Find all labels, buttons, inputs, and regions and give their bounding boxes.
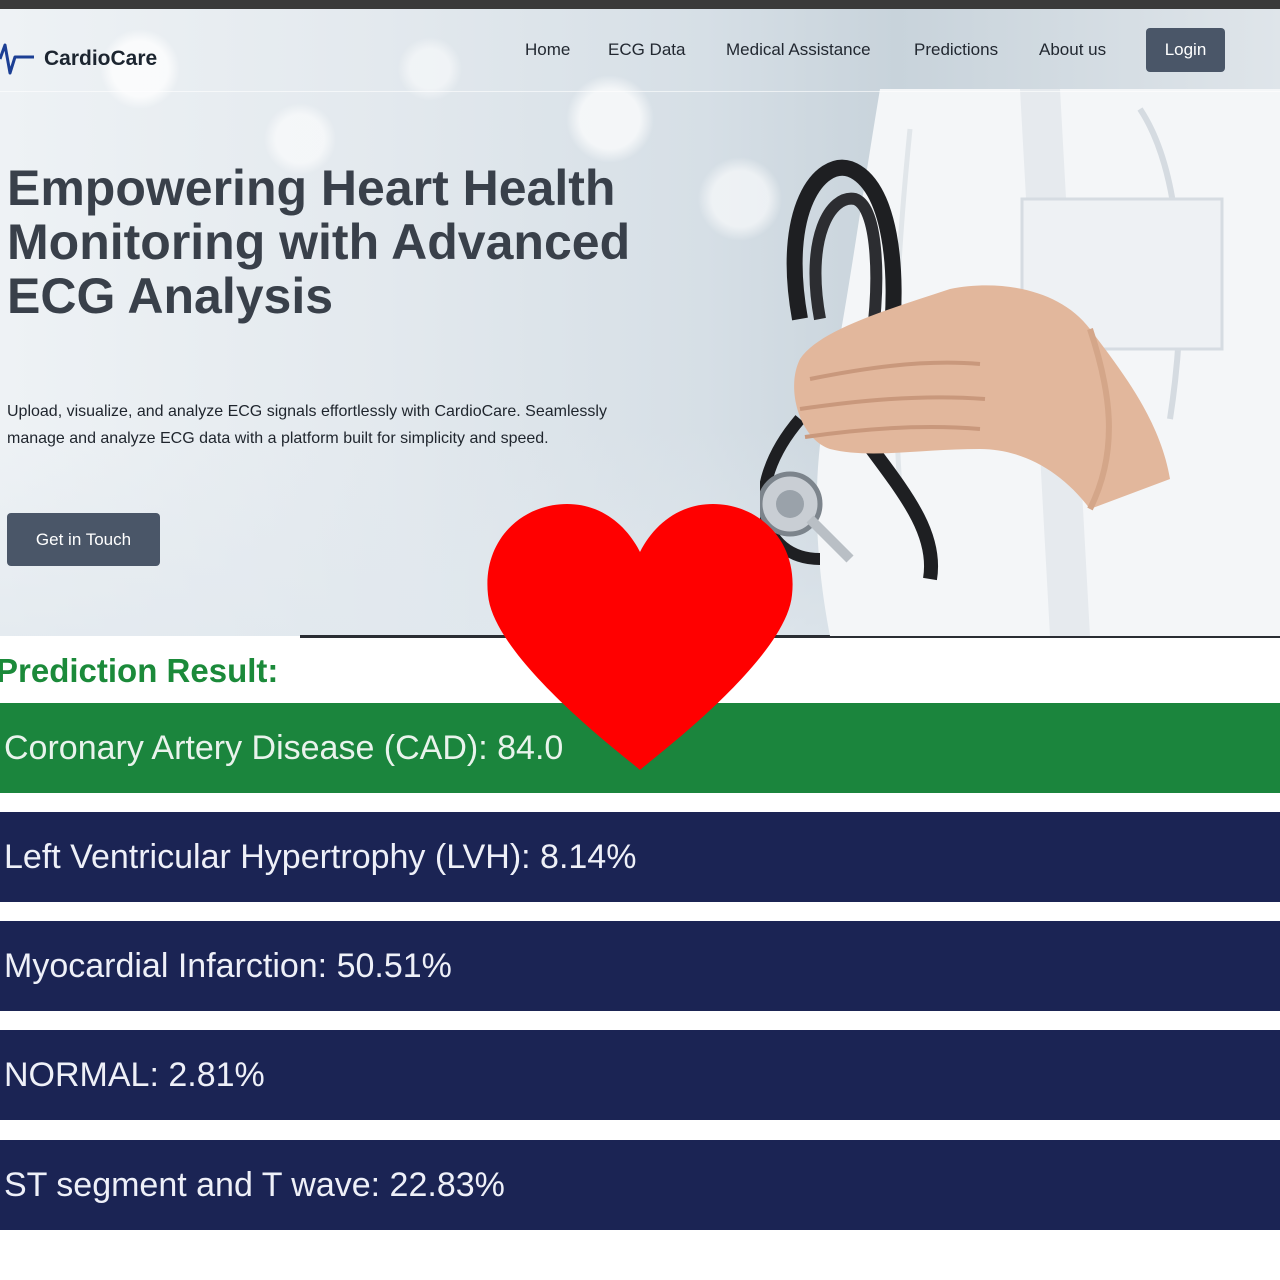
brand-logo[interactable]: CardioCare (0, 37, 157, 81)
prediction-result-title: Prediction Result: (0, 652, 279, 689)
hero-headline: Empowering Heart Health Monitoring with … (7, 160, 631, 324)
browser-top-edge (0, 0, 1280, 9)
heart-icon (487, 504, 793, 770)
nav-about-us-link[interactable]: About us (1039, 40, 1106, 60)
nav-ecg-data-link[interactable]: ECG Data (608, 40, 685, 60)
result-row-st-t-wave: ST segment and T wave: 22.83% (0, 1140, 1280, 1230)
nav-predictions-link[interactable]: Predictions (914, 40, 998, 60)
result-row-normal: NORMAL: 2.81% (0, 1030, 1280, 1120)
nav-home-link[interactable]: Home (525, 40, 570, 60)
nav-medical-assistance-link[interactable]: Medical Assistance (726, 40, 871, 60)
get-in-touch-button[interactable]: Get in Touch (7, 513, 160, 566)
top-navigation-bar: CardioCare Home ECG Data Medical Assista… (0, 9, 1280, 92)
doctor-stethoscope-image (760, 89, 1280, 636)
hero-description: Upload, visualize, and analyze ECG signa… (7, 403, 607, 447)
ecg-pulse-icon (0, 43, 34, 75)
login-button[interactable]: Login (1146, 28, 1225, 72)
result-row-lvh: Left Ventricular Hypertrophy (LVH): 8.14… (0, 812, 1280, 902)
result-row-mi: Myocardial Infarction: 50.51% (0, 921, 1280, 1011)
brand-name: CardioCare (44, 47, 158, 70)
